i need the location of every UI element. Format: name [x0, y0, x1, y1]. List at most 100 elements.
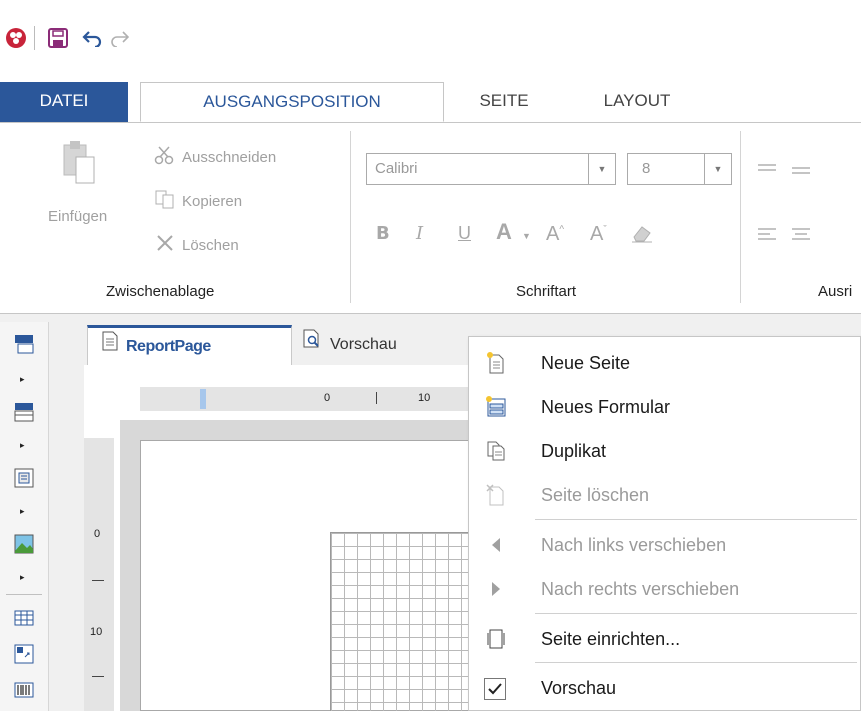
- grow-font-button[interactable]: A^: [546, 223, 564, 246]
- expand-arrow-icon[interactable]: ▸: [20, 506, 25, 517]
- group-divider: [740, 131, 741, 303]
- menu-item-preview[interactable]: Vorschau: [469, 666, 860, 710]
- tab-preview-label: Vorschau: [330, 336, 397, 353]
- delete-label: Löschen: [182, 236, 239, 254]
- arrow-left-icon: [485, 533, 507, 557]
- context-menu: Neue Seite Neues Formular Duplikat Seite…: [468, 336, 861, 711]
- scissors-icon: [154, 145, 176, 169]
- document-tab-bar: ReportPage Vorschau: [82, 325, 482, 365]
- new-form-icon: [485, 395, 507, 419]
- tab-datei[interactable]: DATEI: [0, 82, 128, 122]
- app-logo-icon[interactable]: [4, 26, 28, 50]
- menu-separator: [535, 613, 857, 614]
- page-header-band-icon[interactable]: [14, 402, 34, 422]
- bold-button[interactable]: B: [376, 223, 390, 244]
- shrink-font-button[interactable]: Aˇ: [590, 223, 607, 246]
- align-center-icon[interactable]: [792, 227, 812, 247]
- menu-separator: [535, 519, 857, 520]
- undo-icon[interactable]: [80, 26, 104, 50]
- tab-layout[interactable]: LAYOUT: [577, 82, 697, 122]
- menu-separator: [535, 662, 857, 663]
- toolbox: ▸ ▸ ▸ ▸: [0, 322, 49, 711]
- ruler-zero: 0: [94, 528, 101, 540]
- save-icon[interactable]: [46, 26, 70, 50]
- report-title-band-icon[interactable]: [14, 334, 34, 354]
- menu-item-label: Nach links verschieben: [541, 534, 727, 555]
- tab-ausgangsposition[interactable]: AUSGANGSPOSITION: [140, 82, 444, 122]
- ruler-zero: 0: [324, 392, 331, 404]
- menu-item-delete-page[interactable]: Seite löschen: [469, 473, 860, 517]
- chevron-down-icon[interactable]: ▼: [588, 154, 615, 184]
- font-size-value: 8: [642, 160, 651, 177]
- align-left-icon[interactable]: [758, 227, 778, 247]
- tab-report-page[interactable]: ReportPage: [87, 325, 292, 365]
- delete-page-icon: [485, 483, 507, 507]
- tab-preview[interactable]: Vorschau: [296, 325, 482, 365]
- redo-icon[interactable]: [108, 26, 132, 50]
- page-icon: [102, 327, 118, 367]
- ruler-marker: [200, 389, 206, 409]
- group-label-font: Schriftart: [516, 283, 577, 300]
- horizontal-ruler: 0 10: [140, 387, 480, 411]
- preview-icon: [302, 325, 322, 365]
- picture-object-icon[interactable]: [14, 534, 34, 554]
- menu-item-label: Duplikat: [541, 440, 607, 461]
- copy-button[interactable]: Kopieren: [154, 189, 242, 213]
- tab-report-page-label: ReportPage: [126, 337, 211, 355]
- copy-label: Kopieren: [182, 192, 243, 210]
- expand-arrow-icon[interactable]: ▸: [20, 374, 25, 385]
- ribbon-tab-bar: DATEI AUSGANGSPOSITION SEITE LAYOUT: [0, 82, 861, 123]
- shrink-font-label: A: [590, 223, 604, 245]
- align-top-icon[interactable]: [758, 163, 778, 181]
- paste-button[interactable]: Einfügen: [48, 208, 107, 225]
- menu-item-duplicate[interactable]: Duplikat: [469, 429, 860, 473]
- grow-font-label: A: [546, 223, 560, 245]
- chevron-down-icon[interactable]: ▼: [522, 231, 531, 241]
- checkmark-icon: [484, 678, 506, 700]
- barcode-icon[interactable]: [14, 680, 34, 700]
- menu-item-new-page[interactable]: Neue Seite: [469, 341, 860, 385]
- new-page-icon: [485, 351, 507, 375]
- expand-arrow-icon[interactable]: ▸: [20, 440, 25, 451]
- align-middle-icon[interactable]: [792, 163, 812, 181]
- design-grid[interactable]: [330, 532, 480, 711]
- font-family-combo[interactable]: Calibri ▼: [366, 153, 616, 185]
- page-setup-icon: [485, 627, 507, 651]
- font-size-combo[interactable]: 8 ▼: [627, 153, 732, 185]
- menu-item-page-setup[interactable]: Seite einrichten...: [469, 617, 860, 661]
- quick-access-toolbar: [0, 0, 861, 82]
- font-family-value: Calibri: [375, 160, 418, 177]
- menu-item-label: Seite einrichten...: [541, 628, 681, 649]
- vertical-ruler: 0 10: [84, 438, 114, 711]
- eraser-icon[interactable]: [630, 223, 654, 247]
- ruler-ten: 10: [90, 626, 103, 638]
- text-object-icon[interactable]: [14, 468, 34, 488]
- underline-button[interactable]: U: [458, 223, 471, 244]
- delete-button[interactable]: Löschen: [154, 233, 239, 257]
- ribbon: Einfügen Ausschneiden Kopieren Löschen Z…: [0, 123, 861, 314]
- menu-item-label: Seite löschen: [541, 484, 650, 505]
- group-divider: [350, 131, 351, 303]
- copy-icon: [154, 189, 176, 213]
- cut-button[interactable]: Ausschneiden: [154, 145, 276, 169]
- chevron-down-icon[interactable]: ▼: [704, 154, 731, 184]
- delete-x-icon: [154, 233, 176, 257]
- table-icon[interactable]: [14, 608, 34, 628]
- menu-item-new-form[interactable]: Neues Formular: [469, 385, 860, 429]
- duplicate-icon: [485, 439, 507, 463]
- menu-item-label: Nach rechts verschieben: [541, 578, 740, 599]
- group-label-alignment: Ausri: [818, 283, 853, 300]
- group-label-clipboard: Zwischenablage: [106, 283, 215, 300]
- expand-arrow-icon[interactable]: ▸: [20, 572, 25, 583]
- arrow-right-icon: [485, 577, 507, 601]
- font-color-button[interactable]: A: [496, 219, 512, 245]
- menu-item-move-left[interactable]: Nach links verschieben: [469, 523, 860, 567]
- italic-button[interactable]: I: [416, 223, 423, 244]
- cut-label: Ausschneiden: [182, 148, 277, 166]
- menu-item-move-right[interactable]: Nach rechts verschieben: [469, 567, 860, 611]
- menu-item-label: Neues Formular: [541, 396, 671, 417]
- paste-icon: [62, 139, 96, 189]
- tab-seite[interactable]: SEITE: [461, 82, 547, 122]
- ruler-ten: 10: [418, 392, 431, 404]
- matrix-icon[interactable]: [14, 644, 34, 664]
